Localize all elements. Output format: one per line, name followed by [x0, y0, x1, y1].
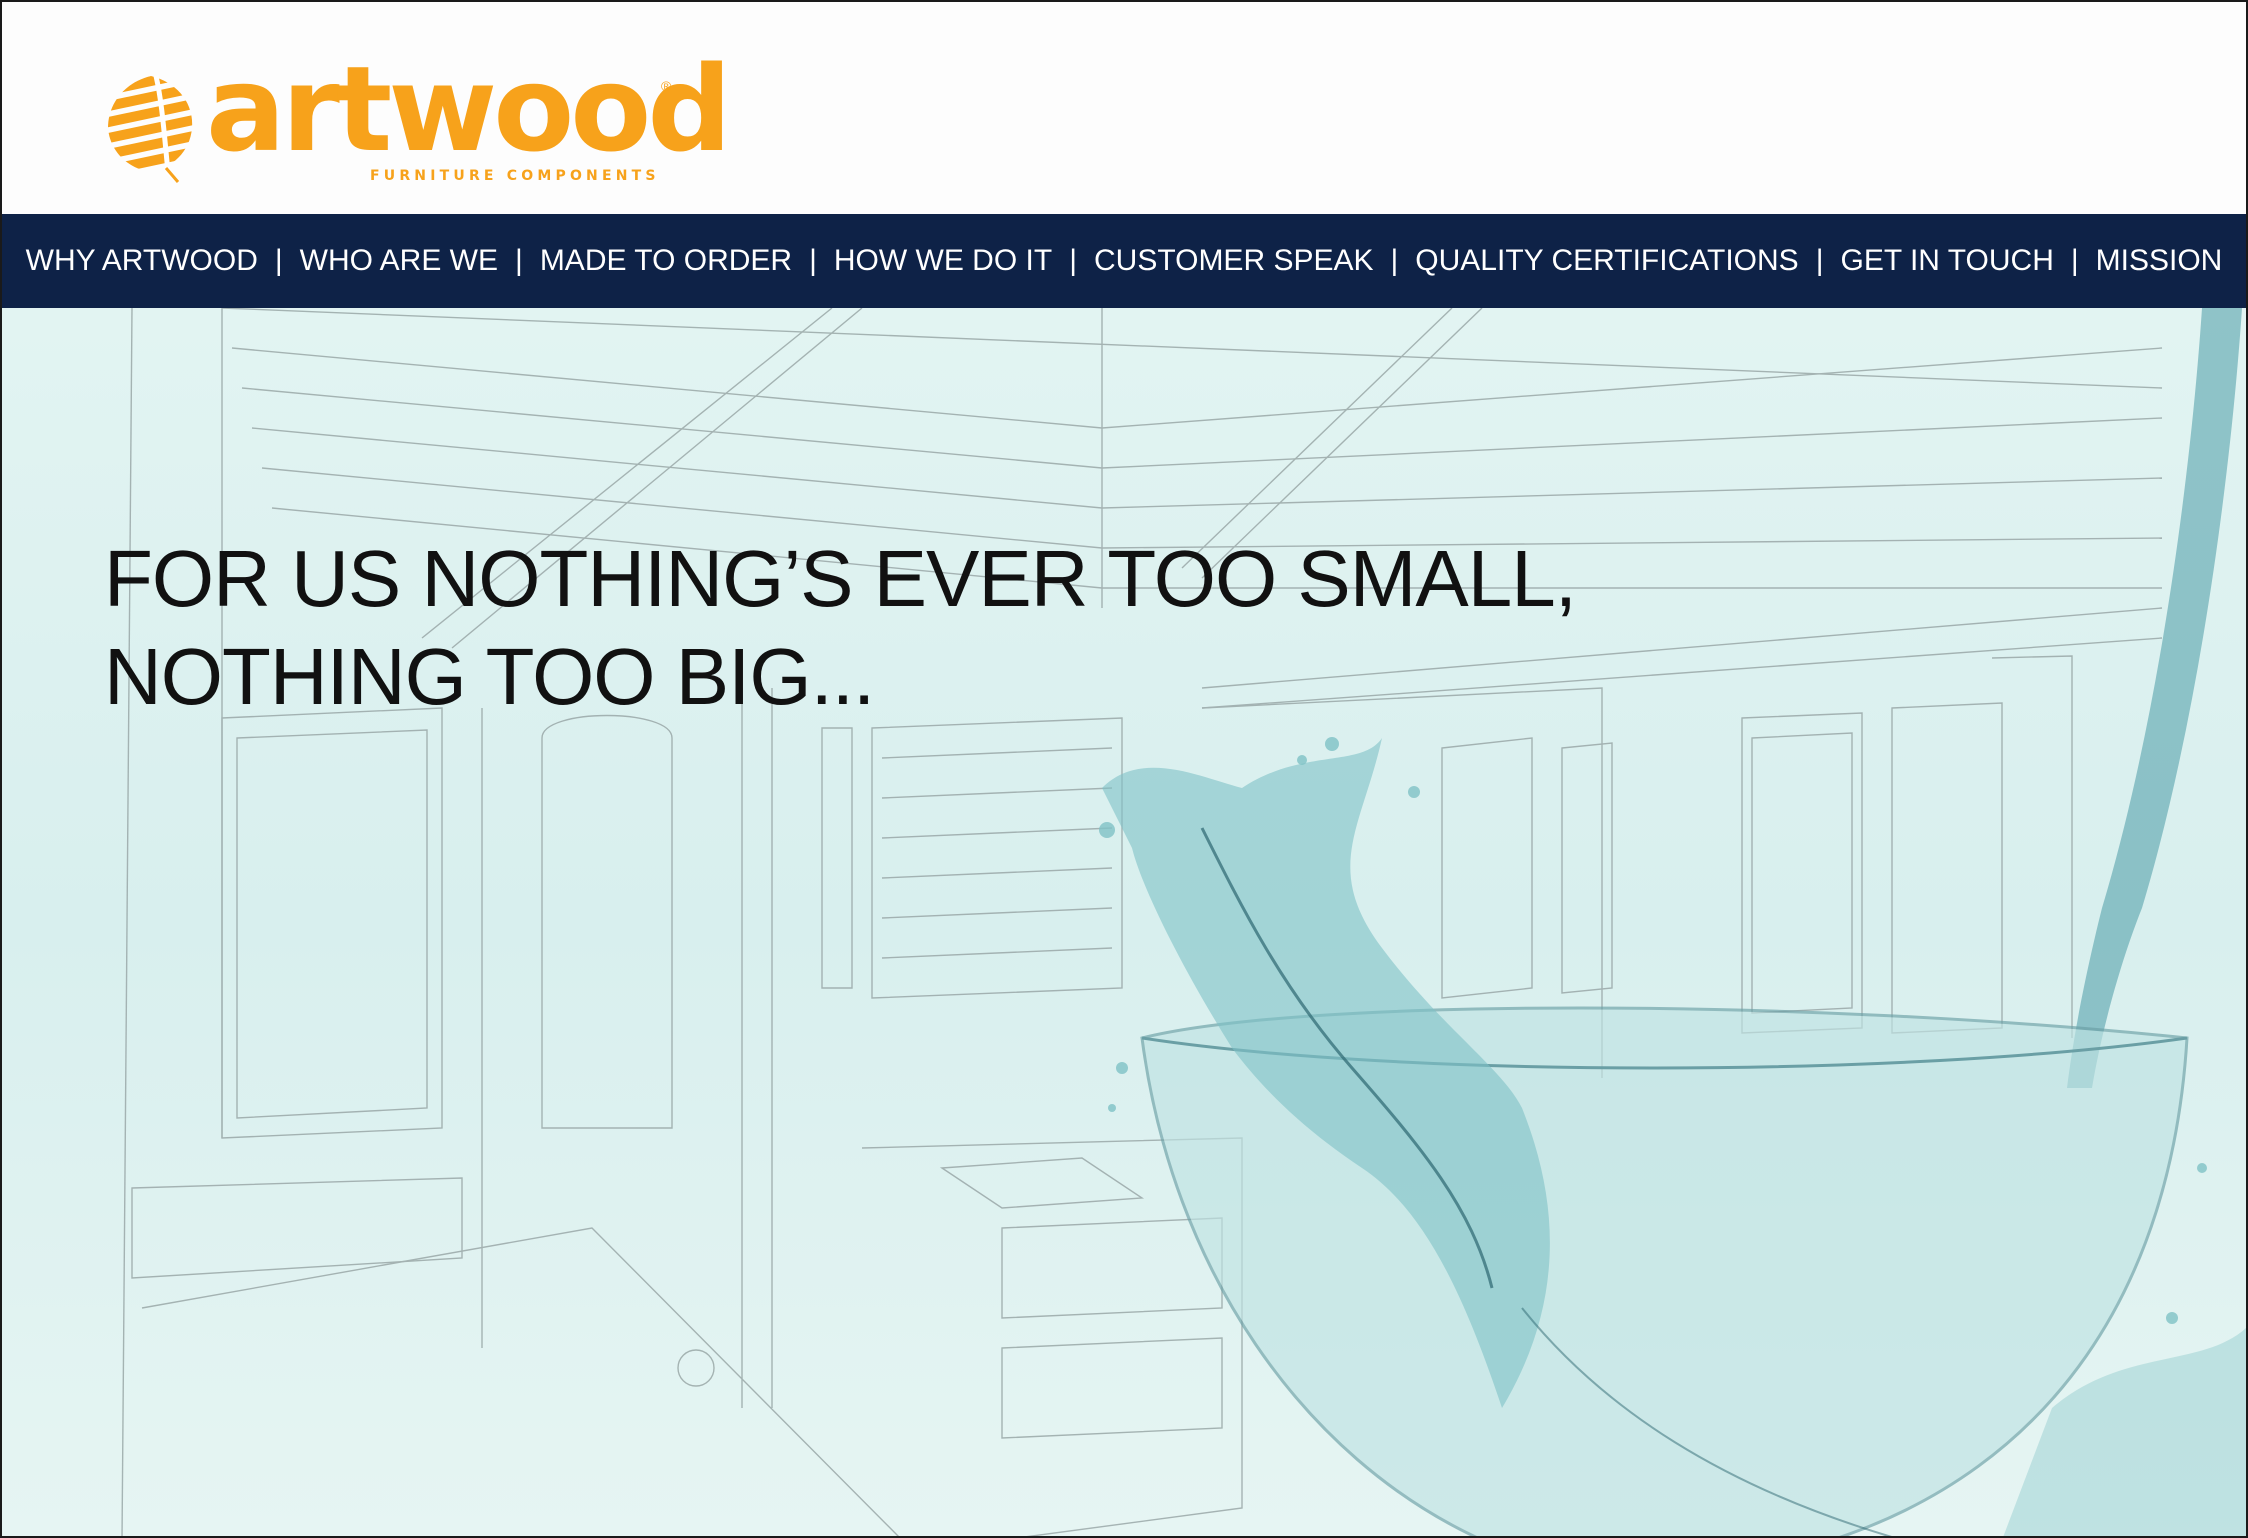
- nav-separator: |: [809, 244, 817, 277]
- leaf-logo-icon: [108, 75, 193, 183]
- hero-headline: FOR US NOTHING’S EVER TOO SMALL, NOTHING…: [104, 530, 1577, 726]
- nav-item-who-are-we[interactable]: WHO ARE WE: [300, 244, 498, 278]
- page: artwood ® FURNITURE COMPONENTS WHY ARTWO…: [0, 0, 2248, 1538]
- headline-line-1: FOR US NOTHING’S EVER TOO SMALL,: [104, 534, 1577, 623]
- nav-separator: |: [274, 244, 283, 277]
- nav-item-mission[interactable]: MISSION: [2096, 244, 2223, 278]
- registered-mark: ®: [661, 78, 672, 94]
- header: artwood ® FURNITURE COMPONENTS: [2, 2, 2246, 214]
- nav-item-why-artwood[interactable]: WHY ARTWOOD: [26, 244, 258, 278]
- nav-separator: |: [1069, 244, 1077, 277]
- nav-item-customer-speak[interactable]: CUSTOMER SPEAK: [1094, 244, 1374, 278]
- main-nav: WHY ARTWOOD | WHO ARE WE | MADE TO ORDER…: [2, 214, 2246, 308]
- nav-item-quality-certifications[interactable]: QUALITY CERTIFICATIONS: [1415, 244, 1798, 278]
- artwood-logo[interactable]: artwood ® FURNITURE COMPONENTS: [106, 50, 732, 187]
- hero-banner: FOR US NOTHING’S EVER TOO SMALL, NOTHING…: [2, 308, 2246, 1536]
- kitchen-sketch-background: [121, 308, 2246, 1536]
- nav-item-get-in-touch[interactable]: GET IN TOUCH: [1841, 244, 2054, 278]
- brand-name: artwood: [206, 40, 732, 178]
- nav-item-made-to-order[interactable]: MADE TO ORDER: [540, 244, 792, 278]
- nav-separator: |: [1815, 244, 1824, 277]
- nav-separator: |: [1390, 244, 1399, 277]
- headline-line-2: NOTHING TOO BIG...: [104, 632, 875, 721]
- nav-separator: |: [515, 244, 523, 277]
- nav-separator: |: [2070, 244, 2079, 277]
- nav-item-how-we-do-it[interactable]: HOW WE DO IT: [834, 244, 1052, 278]
- brand-tagline: FURNITURE COMPONENTS: [370, 168, 660, 184]
